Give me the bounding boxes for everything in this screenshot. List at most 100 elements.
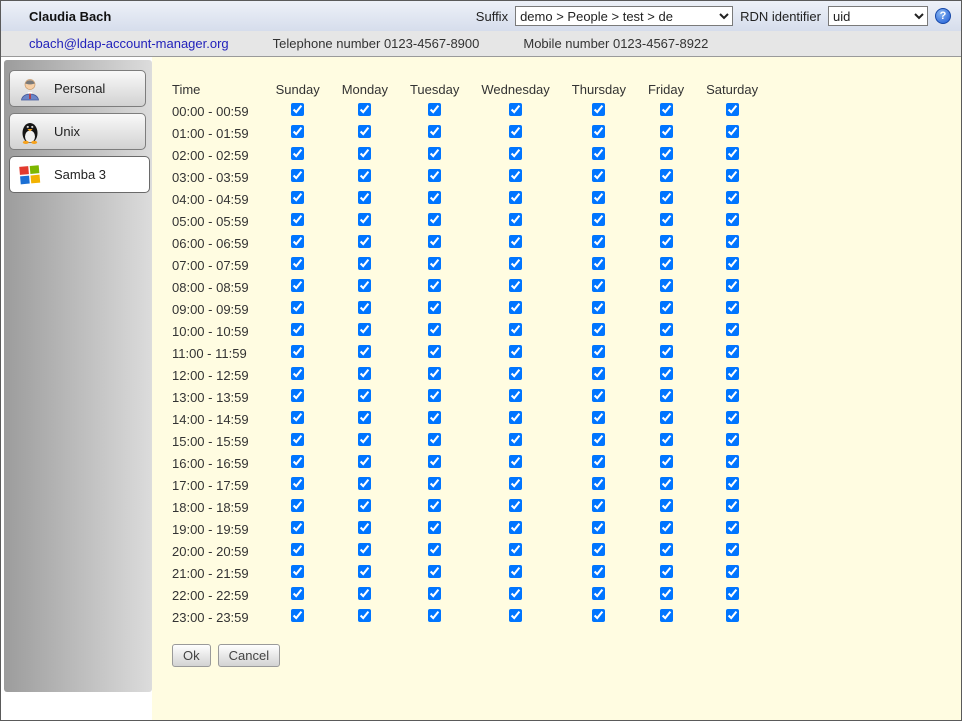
schedule-checkbox[interactable] — [726, 235, 739, 248]
schedule-checkbox[interactable] — [428, 323, 441, 336]
schedule-checkbox[interactable] — [509, 433, 522, 446]
schedule-checkbox[interactable] — [358, 587, 371, 600]
schedule-checkbox[interactable] — [660, 301, 673, 314]
schedule-checkbox[interactable] — [358, 367, 371, 380]
tab-personal[interactable]: Personal — [9, 70, 146, 107]
help-icon[interactable]: ? — [935, 8, 951, 24]
schedule-checkbox[interactable] — [358, 213, 371, 226]
schedule-checkbox[interactable] — [660, 389, 673, 402]
schedule-checkbox[interactable] — [358, 301, 371, 314]
schedule-checkbox[interactable] — [291, 103, 304, 116]
schedule-checkbox[interactable] — [291, 235, 304, 248]
schedule-checkbox[interactable] — [660, 213, 673, 226]
schedule-checkbox[interactable] — [291, 147, 304, 160]
schedule-checkbox[interactable] — [291, 345, 304, 358]
schedule-checkbox[interactable] — [428, 367, 441, 380]
schedule-checkbox[interactable] — [726, 279, 739, 292]
schedule-checkbox[interactable] — [358, 389, 371, 402]
schedule-checkbox[interactable] — [509, 477, 522, 490]
schedule-checkbox[interactable] — [726, 147, 739, 160]
schedule-checkbox[interactable] — [660, 147, 673, 160]
schedule-checkbox[interactable] — [660, 367, 673, 380]
tab-unix[interactable]: Unix — [9, 113, 146, 150]
schedule-checkbox[interactable] — [660, 411, 673, 424]
schedule-checkbox[interactable] — [592, 389, 605, 402]
schedule-checkbox[interactable] — [358, 235, 371, 248]
schedule-checkbox[interactable] — [428, 235, 441, 248]
schedule-checkbox[interactable] — [358, 191, 371, 204]
schedule-checkbox[interactable] — [509, 609, 522, 622]
schedule-checkbox[interactable] — [592, 125, 605, 138]
schedule-checkbox[interactable] — [726, 103, 739, 116]
schedule-checkbox[interactable] — [428, 477, 441, 490]
schedule-checkbox[interactable] — [358, 103, 371, 116]
schedule-checkbox[interactable] — [726, 521, 739, 534]
schedule-checkbox[interactable] — [726, 587, 739, 600]
schedule-checkbox[interactable] — [592, 609, 605, 622]
schedule-checkbox[interactable] — [726, 191, 739, 204]
schedule-checkbox[interactable] — [726, 345, 739, 358]
schedule-checkbox[interactable] — [660, 169, 673, 182]
schedule-checkbox[interactable] — [428, 191, 441, 204]
schedule-checkbox[interactable] — [592, 257, 605, 270]
schedule-checkbox[interactable] — [428, 345, 441, 358]
schedule-checkbox[interactable] — [509, 367, 522, 380]
schedule-checkbox[interactable] — [726, 389, 739, 402]
schedule-checkbox[interactable] — [509, 499, 522, 512]
schedule-checkbox[interactable] — [592, 323, 605, 336]
schedule-checkbox[interactable] — [428, 125, 441, 138]
schedule-checkbox[interactable] — [291, 587, 304, 600]
schedule-checkbox[interactable] — [291, 213, 304, 226]
schedule-checkbox[interactable] — [509, 103, 522, 116]
schedule-checkbox[interactable] — [428, 103, 441, 116]
schedule-checkbox[interactable] — [592, 433, 605, 446]
schedule-checkbox[interactable] — [660, 455, 673, 468]
schedule-checkbox[interactable] — [726, 125, 739, 138]
schedule-checkbox[interactable] — [358, 565, 371, 578]
schedule-checkbox[interactable] — [291, 543, 304, 556]
schedule-checkbox[interactable] — [592, 477, 605, 490]
schedule-checkbox[interactable] — [428, 147, 441, 160]
schedule-checkbox[interactable] — [509, 411, 522, 424]
schedule-checkbox[interactable] — [358, 257, 371, 270]
schedule-checkbox[interactable] — [509, 323, 522, 336]
schedule-checkbox[interactable] — [509, 389, 522, 402]
schedule-checkbox[interactable] — [509, 345, 522, 358]
schedule-checkbox[interactable] — [592, 213, 605, 226]
schedule-checkbox[interactable] — [592, 367, 605, 380]
schedule-checkbox[interactable] — [509, 147, 522, 160]
schedule-checkbox[interactable] — [291, 521, 304, 534]
schedule-checkbox[interactable] — [726, 433, 739, 446]
schedule-checkbox[interactable] — [358, 543, 371, 556]
schedule-checkbox[interactable] — [428, 169, 441, 182]
schedule-checkbox[interactable] — [291, 565, 304, 578]
schedule-checkbox[interactable] — [291, 125, 304, 138]
schedule-checkbox[interactable] — [592, 103, 605, 116]
schedule-checkbox[interactable] — [428, 301, 441, 314]
schedule-checkbox[interactable] — [660, 521, 673, 534]
schedule-checkbox[interactable] — [660, 279, 673, 292]
schedule-checkbox[interactable] — [291, 609, 304, 622]
schedule-checkbox[interactable] — [660, 323, 673, 336]
schedule-checkbox[interactable] — [358, 125, 371, 138]
schedule-checkbox[interactable] — [358, 147, 371, 160]
schedule-checkbox[interactable] — [509, 235, 522, 248]
schedule-checkbox[interactable] — [592, 345, 605, 358]
schedule-checkbox[interactable] — [592, 147, 605, 160]
schedule-checkbox[interactable] — [509, 213, 522, 226]
schedule-checkbox[interactable] — [428, 521, 441, 534]
schedule-checkbox[interactable] — [509, 279, 522, 292]
schedule-checkbox[interactable] — [509, 169, 522, 182]
schedule-checkbox[interactable] — [592, 411, 605, 424]
schedule-checkbox[interactable] — [726, 257, 739, 270]
schedule-checkbox[interactable] — [592, 169, 605, 182]
schedule-checkbox[interactable] — [428, 433, 441, 446]
schedule-checkbox[interactable] — [358, 345, 371, 358]
schedule-checkbox[interactable] — [428, 565, 441, 578]
cancel-button[interactable]: Cancel — [218, 644, 280, 667]
schedule-checkbox[interactable] — [428, 609, 441, 622]
schedule-checkbox[interactable] — [726, 499, 739, 512]
schedule-checkbox[interactable] — [592, 301, 605, 314]
schedule-checkbox[interactable] — [291, 389, 304, 402]
schedule-checkbox[interactable] — [726, 367, 739, 380]
